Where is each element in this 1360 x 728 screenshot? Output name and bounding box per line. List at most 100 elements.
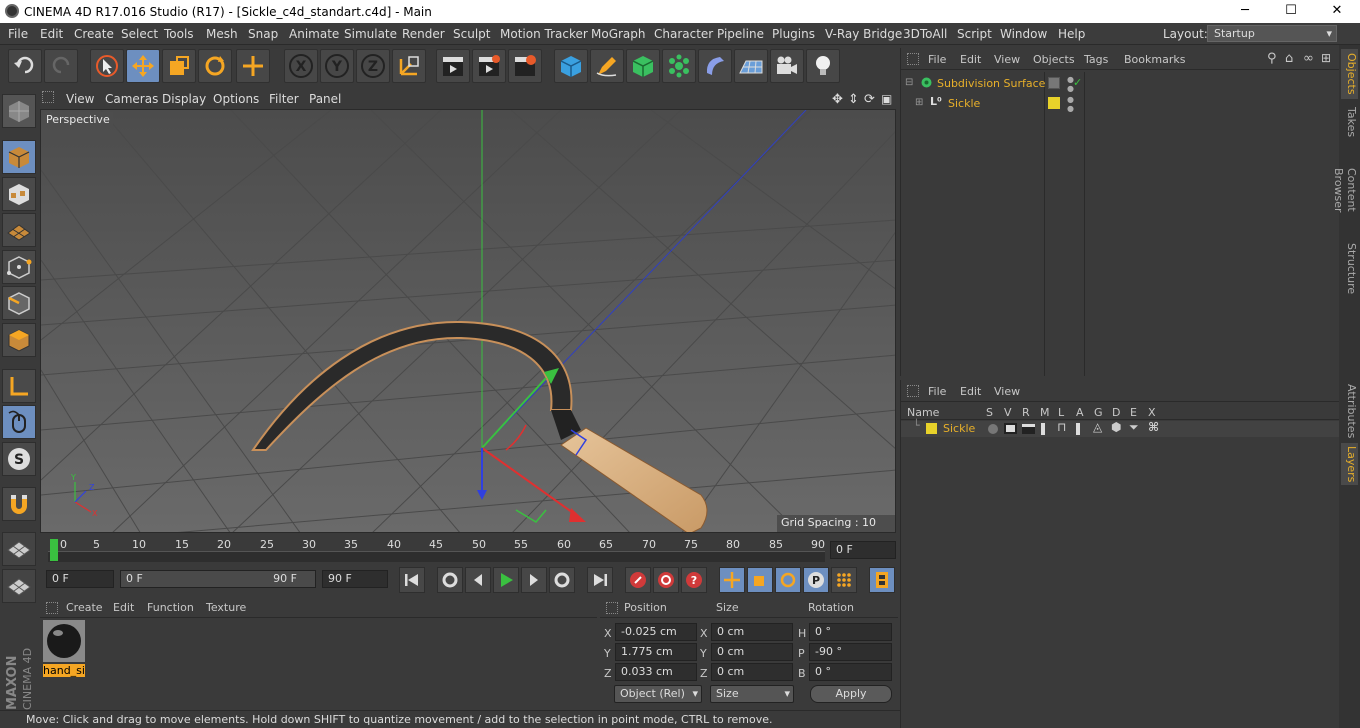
next-frame-button[interactable] [521,567,547,593]
goto-start-button[interactable] [399,567,425,593]
rotation-h-field[interactable]: 0 ° [809,623,892,641]
apply-button[interactable]: Apply [810,685,892,703]
timeline-window-button[interactable] [869,567,895,593]
record-keys-button[interactable] [625,567,651,593]
layout-dropdown[interactable]: Startup ▾ [1207,25,1337,42]
manager-toggle-icon[interactable] [1041,423,1045,435]
objects-menu-view[interactable]: View [994,53,1020,66]
position-y-field[interactable]: 1.775 cm [615,643,697,661]
add-light-button[interactable] [806,49,840,83]
redo-button[interactable] [44,49,78,83]
layer-col-animation[interactable]: A [1076,406,1084,419]
maximize-button[interactable]: ☐ [1268,0,1314,23]
visibility-dots-icon[interactable]: ● ● [1067,95,1074,113]
rotate-tool-button[interactable] [198,49,232,83]
next-key-button[interactable] [549,567,575,593]
menu-tools[interactable]: Tools [164,27,194,41]
layer-color-swatch[interactable] [926,423,937,434]
rotation-b-field[interactable]: 0 ° [809,663,892,681]
add-camera-button[interactable] [770,49,804,83]
menu-help[interactable]: Help [1058,27,1085,41]
prev-key-button[interactable] [437,567,463,593]
live-selection-button[interactable] [90,49,124,83]
model-mode-button[interactable] [2,140,36,174]
menu-pipeline[interactable]: Pipeline [717,27,764,41]
expression-toggle-icon[interactable]: ⏷ [1129,420,1139,435]
recent-tool-button[interactable] [236,49,270,83]
size-z-field[interactable]: 0 cm [711,663,793,681]
viewport-rotate-icon[interactable]: ⟳ [864,92,875,107]
frame-range-slider[interactable]: 0 F 90 F [120,570,316,588]
undo-button[interactable] [8,49,42,83]
make-editable-button[interactable] [2,94,36,128]
menu-script[interactable]: Script [957,27,992,41]
viewport-menu-filter[interactable]: Filter [269,92,299,106]
add-deformer-button[interactable] [698,49,732,83]
deformer-toggle-icon[interactable]: ⬢ [1111,420,1121,434]
enabled-check-icon[interactable]: ✓ [1073,76,1082,89]
menu-simulate[interactable]: Simulate [344,27,397,41]
menu-mograph[interactable]: MoGraph [591,27,646,41]
tab-content-browser[interactable]: Content Browser [1332,145,1358,235]
menu-mesh[interactable]: Mesh [206,27,238,41]
coordinate-system-button[interactable] [392,49,426,83]
workplane-mode-button[interactable] [2,213,36,247]
snap-button[interactable] [2,487,36,521]
workplane-align-button[interactable] [2,569,36,603]
z-axis-button[interactable]: Z [356,49,390,83]
layer-col-view[interactable]: V [1004,406,1012,419]
menu-animate[interactable]: Animate [289,27,339,41]
record-rotation-button[interactable] [775,567,801,593]
tab-attributes[interactable]: Attributes [1341,383,1358,439]
layers-menu-edit[interactable]: Edit [960,385,981,398]
new-panel-icon[interactable]: ⊞ [1321,51,1331,65]
viewport-menu-panel[interactable]: Panel [309,92,341,106]
autokey-button[interactable] [653,567,679,593]
objects-menu-bookmarks[interactable]: Bookmarks [1124,53,1185,66]
perspective-viewport[interactable]: Y Z X Perspective Grid Spacing : 10 cm [40,109,896,533]
tab-structure[interactable]: Structure [1341,241,1358,297]
x-axis-button[interactable]: X [284,49,318,83]
size-x-field[interactable]: 0 cm [711,623,793,641]
home-icon[interactable]: ⌂ [1285,51,1293,66]
timeline-ruler[interactable]: 0 5 10 15 20 25 30 35 40 45 50 55 60 65 … [40,535,898,563]
menu-plugins[interactable]: Plugins [772,27,815,41]
layers-menu-file[interactable]: File [928,385,946,398]
menu-motion-tracker[interactable]: Motion Tracker [500,27,588,41]
layer-col-render[interactable]: R [1022,406,1030,419]
tab-objects[interactable]: Objects [1341,49,1358,99]
animation-toggle-icon[interactable] [1076,423,1080,435]
solo-mode-button[interactable]: S [2,442,36,476]
render-to-picture-viewer-button[interactable] [472,49,506,83]
scale-tool-button[interactable] [162,49,196,83]
menu-file[interactable]: File [8,27,28,41]
layer-col-xref[interactable]: X [1148,406,1156,419]
menu-select[interactable]: Select [121,27,158,41]
viewport-menu-cameras[interactable]: Cameras [105,92,158,106]
prev-frame-button[interactable] [465,567,491,593]
current-frame-field[interactable]: 0 F [830,541,896,559]
tab-takes[interactable]: Takes [1341,103,1358,141]
close-button[interactable]: ✕ [1314,0,1360,23]
menu-render[interactable]: Render [402,27,445,41]
menu-window[interactable]: Window [1000,27,1047,41]
layer-col-deformers[interactable]: D [1112,406,1120,419]
position-x-field[interactable]: -0.025 cm [615,623,697,641]
menu-edit[interactable]: Edit [40,27,63,41]
layer-col-generators[interactable]: G [1094,406,1103,419]
menu-snap[interactable]: Snap [248,27,278,41]
end-frame-field[interactable]: 90 F [322,570,388,588]
xref-toggle-icon[interactable]: ⌘ [1148,420,1159,434]
tweak-mode-button[interactable] [2,405,36,439]
menu-create[interactable]: Create [74,27,114,41]
material-menu-create[interactable]: Create [66,601,103,614]
viewport-pan-icon[interactable]: ✥ [832,92,843,107]
record-parameter-button[interactable]: P [803,567,829,593]
record-position-button[interactable] [719,567,745,593]
collapse-icon[interactable]: ⊟ [905,77,913,88]
render-toggle-icon[interactable] [1022,424,1035,434]
object-row-sickle[interactable]: ⊞ L⁰ Sickle ● ● [901,94,1339,113]
material-menu-function[interactable]: Function [147,601,194,614]
add-cube-button[interactable] [554,49,588,83]
size-y-field[interactable]: 0 cm [711,643,793,661]
